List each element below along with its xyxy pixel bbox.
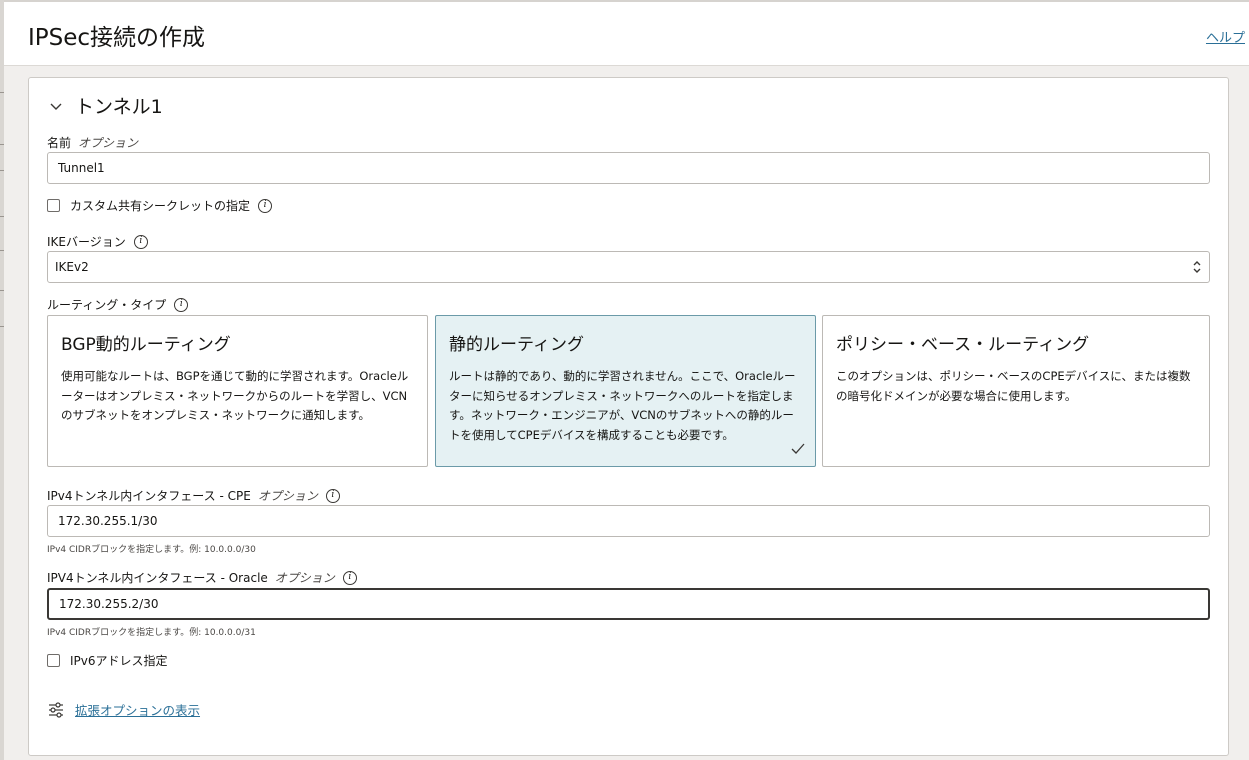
ipv6-checkbox[interactable]: IPv6アドレス指定 [47, 652, 168, 669]
info-icon[interactable]: i [258, 198, 273, 213]
checkmark-icon [791, 443, 805, 454]
ike-label: IKEバージョン i [47, 233, 148, 250]
oracle-hint: IPv4 CIDRブロックを指定します。例: 10.0.0.0/31 [47, 628, 256, 638]
card-description: 使用可能なルートは、BGPを通じて動的に学習されます。Oracleルーターはオン… [61, 369, 409, 422]
custom-secret-checkbox[interactable]: カスタム共有シークレットの指定 i [47, 197, 273, 214]
show-advanced-options[interactable]: 拡張オプションの表示 [47, 700, 200, 719]
select-arrows-icon [1193, 261, 1201, 273]
card-title: ポリシー・ベース・ルーティング [836, 335, 1090, 355]
routing-card-bgp[interactable]: BGP動的ルーティング 使用可能なルートは、BGPを通じて動的に学習されます。O… [47, 315, 428, 467]
checkbox[interactable] [47, 199, 60, 212]
card-description: ルートは静的であり、動的に学習されません。ここで、Oracleルーターに知らせる… [449, 369, 796, 442]
oracle-interface-input[interactable]: 172.30.255.2/30 [47, 588, 1210, 620]
chevron-down-icon [50, 103, 62, 110]
cpe-hint: IPv4 CIDRブロックを指定します。例: 10.0.0.0/30 [47, 545, 256, 555]
left-edge-strip [0, 0, 4, 760]
cpe-interface-input[interactable]: 172.30.255.1/30 [47, 505, 1210, 537]
ike-version-select[interactable]: IKEv2 [47, 251, 1210, 283]
info-icon[interactable]: i [325, 488, 340, 503]
routing-card-static[interactable]: 静的ルーティング ルートは静的であり、動的に学習されません。ここで、Oracle… [435, 315, 816, 467]
name-input[interactable]: Tunnel1 [47, 152, 1210, 184]
help-link[interactable]: ヘルプ [1206, 27, 1245, 46]
tunnel-panel: トンネル1 名前 オプション Tunnel1 カスタム共有シークレットの指定 i … [28, 77, 1229, 756]
advanced-options-link[interactable]: 拡張オプションの表示 [75, 700, 200, 719]
sliders-icon [49, 701, 63, 718]
checkbox[interactable] [47, 654, 60, 667]
tunnel-section-toggle[interactable]: トンネル1 [47, 92, 163, 119]
section-title: トンネル1 [75, 96, 163, 118]
dialog-header: IPSec接続の作成 ヘルプ [4, 0, 1249, 66]
page-title: IPSec接続の作成 [28, 25, 206, 51]
routing-type-label: ルーティング・タイプ i [47, 296, 189, 313]
name-label: 名前 オプション [47, 136, 139, 150]
cpe-interface-label: IPv4トンネル内インタフェース - CPE オプション i [47, 487, 340, 504]
routing-card-policy[interactable]: ポリシー・ベース・ルーティング このオプションは、ポリシー・ベースのCPEデバイ… [822, 315, 1210, 467]
card-title: 静的ルーティング [449, 335, 584, 355]
card-description: このオプションは、ポリシー・ベースのCPEデバイスに、または複数の暗号化ドメイン… [836, 369, 1191, 403]
oracle-interface-label: IPV4トンネル内インタフェース - Oracle オプション i [47, 569, 357, 586]
info-icon[interactable]: i [174, 297, 189, 312]
card-title: BGP動的ルーティング [61, 335, 231, 355]
info-icon[interactable]: i [133, 234, 148, 249]
info-icon[interactable]: i [342, 570, 357, 585]
